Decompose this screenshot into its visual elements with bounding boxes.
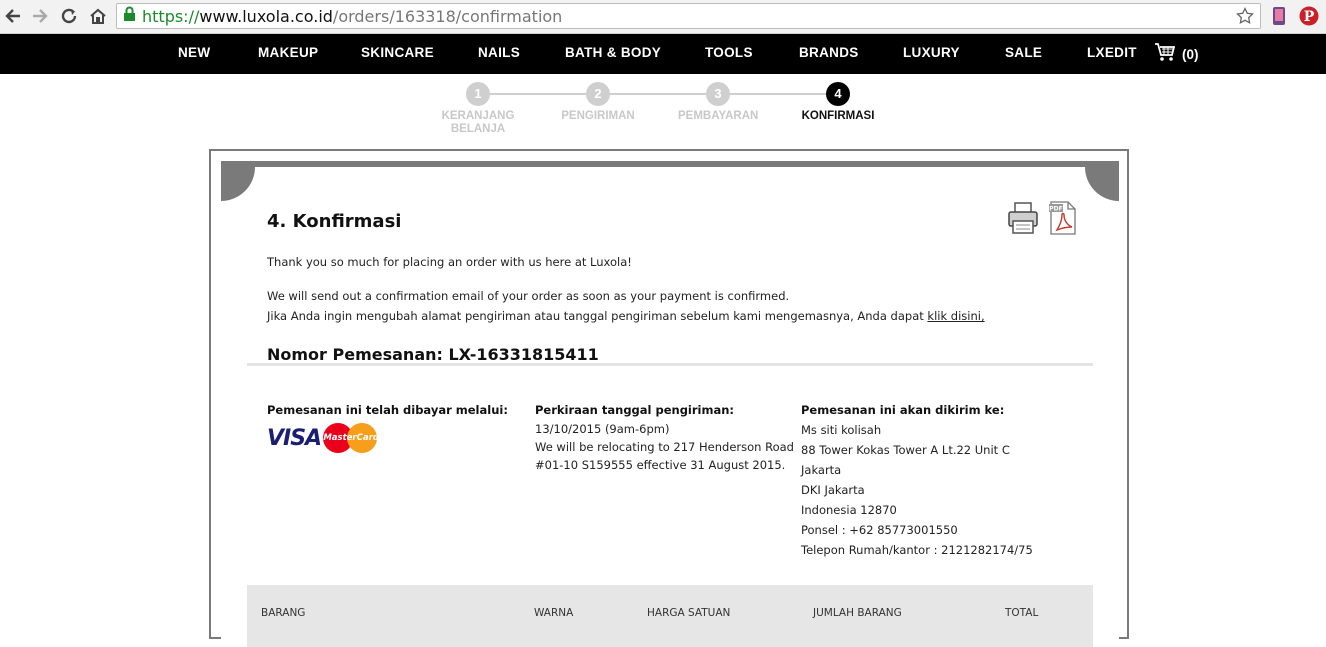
nav-item-tools[interactable]: TOOLS (705, 34, 753, 74)
cart-count: (0) (1182, 47, 1199, 62)
forward-arrow-icon[interactable] (29, 5, 51, 27)
address-line: Ponsel : +62 85773001550 (801, 523, 958, 537)
step-confirmation: 4 KONFIRMASI (798, 82, 878, 123)
address-line: DKI Jakarta (801, 483, 865, 497)
step-number: 1 (466, 82, 490, 106)
action-icons: PDF (1007, 201, 1077, 240)
step-cart: 1 KERANJANG BELANJA (438, 82, 518, 136)
thank-you-text: Thank you so much for placing an order w… (267, 255, 632, 269)
nav-item-nails[interactable]: NAILS (478, 34, 520, 74)
step-label: KERANJANG BELANJA (441, 110, 515, 135)
delivery-date-section: Perkiraan tanggal pengiriman: 13/10/2015… (535, 403, 794, 474)
svg-text:PDF: PDF (1049, 206, 1062, 213)
address-line: Jakarta (801, 463, 842, 477)
order-number: Nomor Pemesanan: LX-16331815411 (267, 345, 599, 364)
checkout-progress: 1 KERANJANG BELANJA 2 PENGIRIMAN 3 PEMBA… (430, 82, 900, 142)
step-number: 4 (826, 82, 850, 106)
card-frame: 4. Konfirmasi PDF Thank you so much for … (221, 161, 1119, 647)
reload-icon[interactable] (58, 5, 80, 27)
column-header-quantity: JUMLAH BARANG (813, 607, 902, 619)
back-arrow-icon[interactable] (2, 5, 24, 27)
shipping-address-section: Pemesanan ini akan dikirim ke: Ms siti k… (801, 403, 1033, 560)
nav-item-bath-body[interactable]: BATH & BODY (565, 34, 661, 74)
payment-method-section: Pemesanan ini telah dibayar melalui: VIS… (267, 403, 508, 455)
step-number: 3 (706, 82, 730, 106)
step-shipping: 2 PENGIRIMAN (558, 82, 638, 123)
address-line: 88 Tower Kokas Tower A Lt.22 Unit C (801, 443, 1010, 457)
pinterest-icon[interactable]: P (1298, 5, 1320, 27)
change-note-text: Jika Anda ingin mengubah alamat pengirim… (267, 309, 928, 323)
shipping-heading: Pemesanan ini akan dikirim ke: (801, 403, 1005, 417)
lock-icon (123, 6, 136, 27)
site-navigation: NEW MAKEUP SKINCARE NAILS BATH & BODY TO… (0, 34, 1326, 74)
address-line: Ms siti kolisah (801, 423, 882, 437)
nav-item-brands[interactable]: BRANDS (799, 34, 859, 74)
nav-item-new[interactable]: NEW (178, 34, 210, 74)
confirmation-card: 4. Konfirmasi PDF Thank you so much for … (209, 149, 1129, 647)
star-icon[interactable] (1236, 6, 1254, 30)
url-text: https://www.luxola.co.id/orders/163318/c… (142, 6, 563, 26)
card-logos: VISA MasterCard (267, 421, 508, 455)
change-link[interactable]: klik disini, (927, 309, 984, 323)
step-label: PEMBAYARAN (678, 110, 759, 122)
nav-item-lxedit[interactable]: LXEDIT (1087, 34, 1137, 74)
corner-decoration (221, 167, 255, 201)
column-header-color: WARNA (534, 607, 574, 619)
page-title: 4. Konfirmasi (267, 211, 402, 232)
mastercard-logo: MasterCard (323, 421, 379, 455)
address-bar[interactable]: https://www.luxola.co.id/orders/163318/c… (116, 3, 1261, 29)
email-note-text: We will send out a confirmation email of… (267, 289, 790, 303)
delivery-line: We will be relocating to 217 Henderson R… (535, 440, 794, 454)
browser-toolbar: https://www.luxola.co.id/orders/163318/c… (0, 0, 1326, 34)
card-paper: 4. Konfirmasi PDF Thank you so much for … (221, 167, 1119, 647)
phone-extension-icon[interactable] (1268, 5, 1290, 27)
delivery-heading: Perkiraan tanggal pengiriman: (535, 403, 735, 417)
step-label: PENGIRIMAN (561, 110, 635, 122)
change-note: Jika Anda ingin mengubah alamat pengirim… (267, 309, 985, 323)
delivery-line: #01-10 S159555 effective 31 August 2015. (535, 458, 786, 472)
address-line: Indonesia 12870 (801, 503, 897, 517)
cart-button[interactable]: (0) (1154, 42, 1199, 67)
payment-heading: Pemesanan ini telah dibayar melalui: (267, 403, 508, 417)
progress-line (490, 93, 838, 95)
home-icon[interactable] (87, 5, 109, 27)
corner-decoration (1085, 167, 1119, 201)
divider (247, 363, 1093, 366)
items-table-header: BARANG WARNA HARGA SATUAN JUMLAH BARANG … (247, 585, 1093, 647)
step-number: 2 (586, 82, 610, 106)
step-payment: 3 PEMBAYARAN (678, 82, 758, 123)
svg-text:P: P (1304, 9, 1315, 25)
nav-item-luxury[interactable]: LUXURY (903, 34, 960, 74)
column-header-unit-price: HARGA SATUAN (647, 607, 731, 619)
step-label: KONFIRMASI (801, 110, 875, 122)
column-header-total: TOTAL (1005, 607, 1039, 619)
nav-item-skincare[interactable]: SKINCARE (361, 34, 434, 74)
cart-icon (1154, 42, 1176, 67)
column-header-item: BARANG (261, 607, 306, 619)
nav-item-makeup[interactable]: MAKEUP (258, 34, 318, 74)
printer-icon[interactable] (1007, 201, 1039, 240)
nav-item-sale[interactable]: SALE (1005, 34, 1042, 74)
address-line: Telepon Rumah/kantor : 2121282174/75 (801, 543, 1033, 557)
visa-logo: VISA (267, 425, 322, 451)
pdf-icon[interactable]: PDF (1049, 201, 1077, 240)
delivery-line: 13/10/2015 (9am-6pm) (535, 422, 670, 436)
